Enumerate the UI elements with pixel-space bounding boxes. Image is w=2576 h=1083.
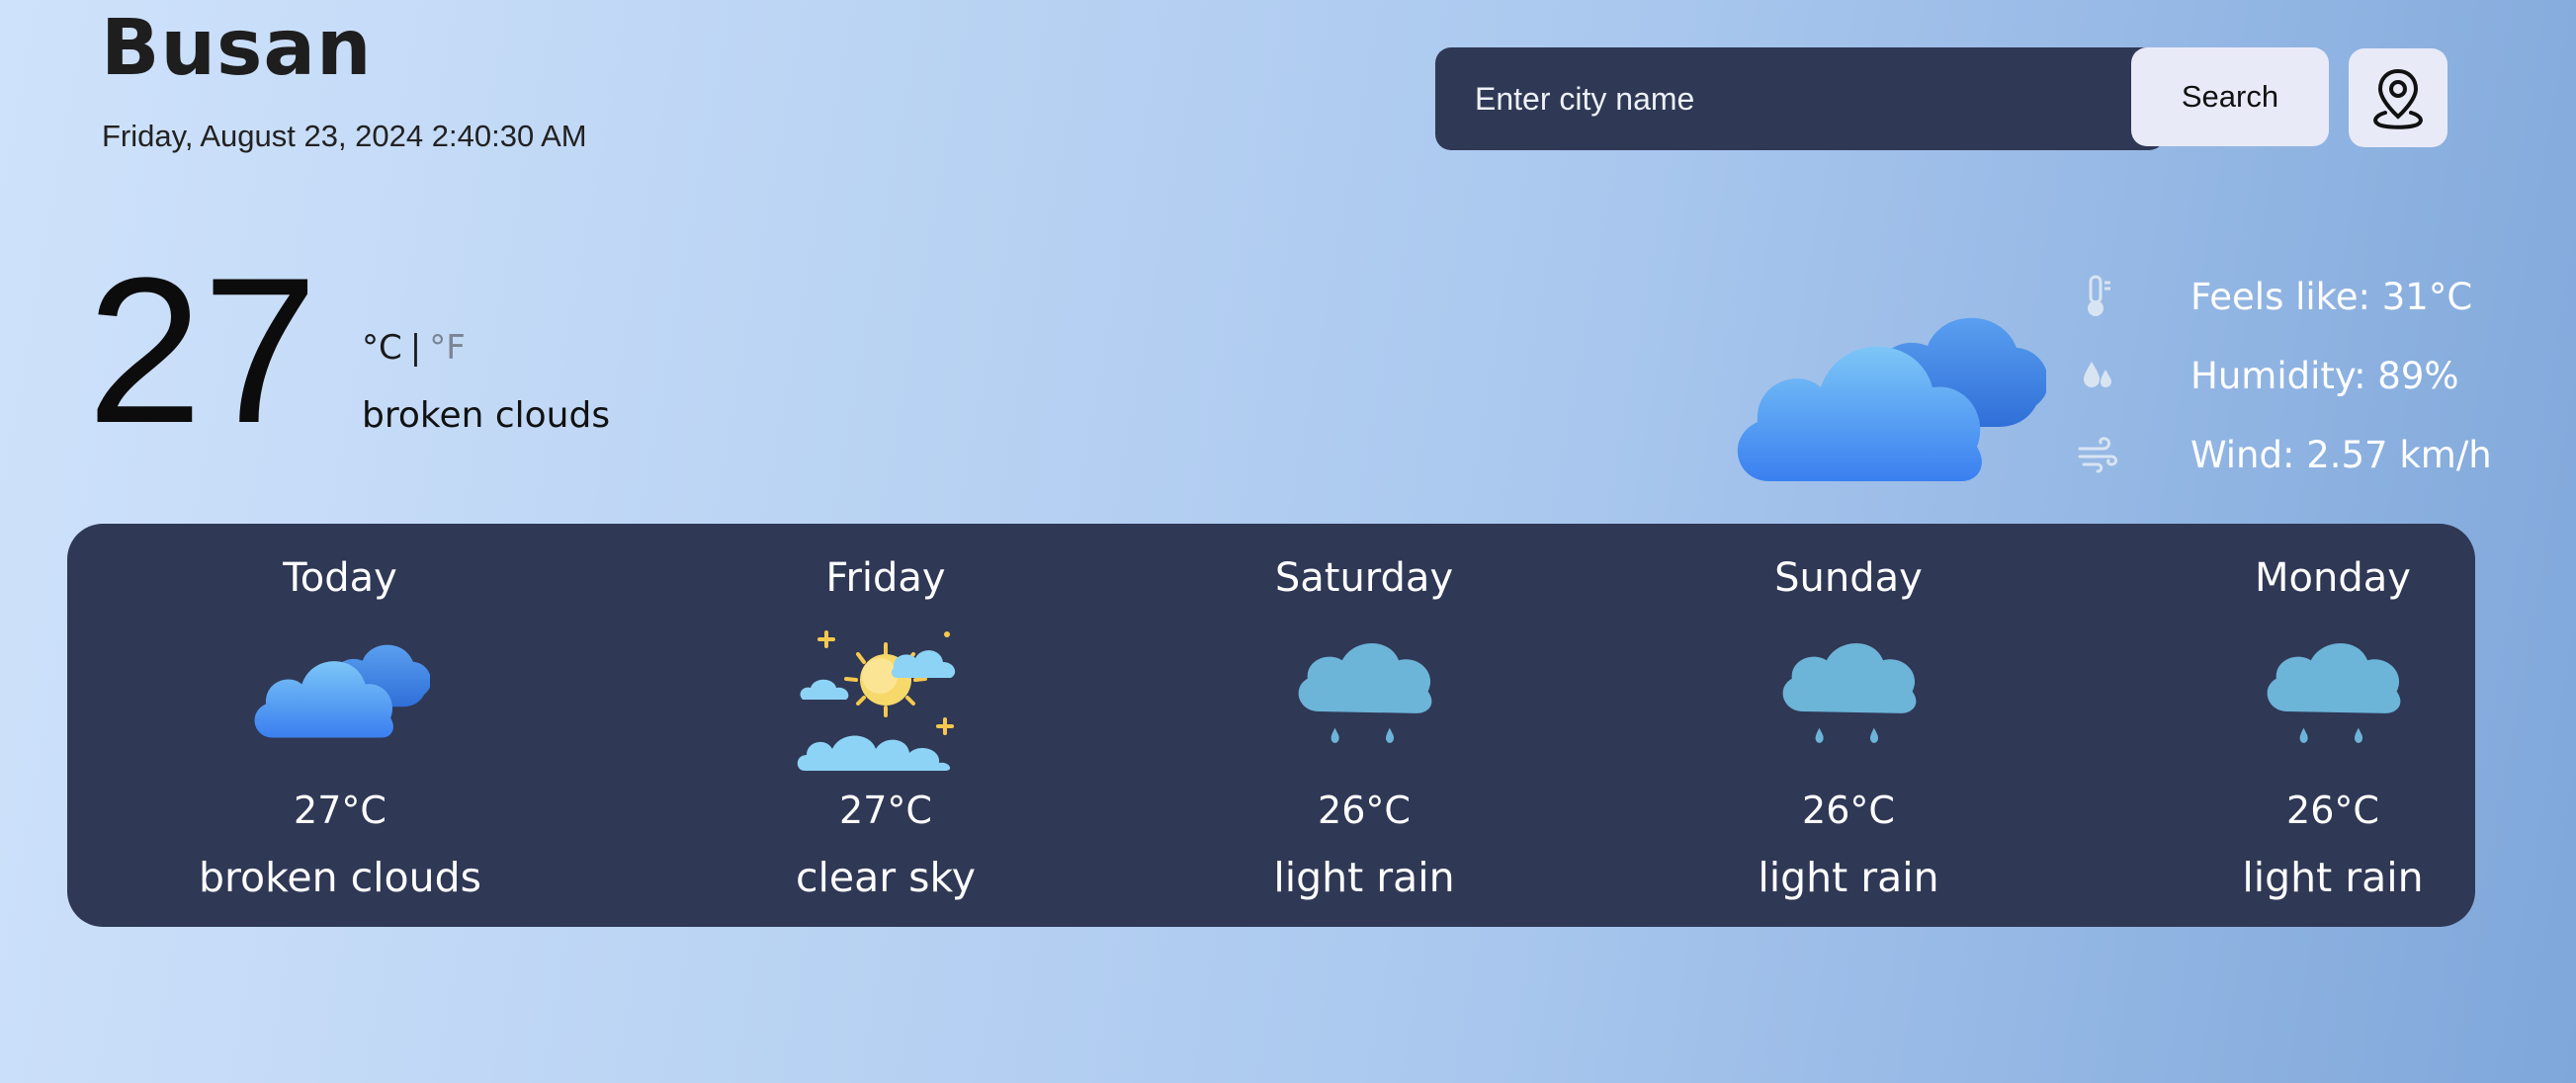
- wind-detail: Wind: 2.57 km/h: [2076, 433, 2492, 476]
- forecast-temp: 26°C: [1802, 789, 1895, 832]
- thermometer-icon: [2076, 275, 2119, 318]
- fahrenheit-toggle[interactable]: °F: [429, 328, 466, 368]
- search-button[interactable]: Search: [2131, 47, 2329, 146]
- city-name: Busan: [101, 4, 373, 93]
- light-rain-icon: [2260, 640, 2406, 759]
- humidity-icon: [2076, 354, 2119, 397]
- light-rain-icon: [1291, 640, 1437, 759]
- forecast-day-name: Sunday: [1774, 555, 1923, 601]
- light-rain-icon: [1775, 640, 1922, 759]
- forecast-day-name: Saturday: [1274, 555, 1454, 601]
- forecast-desc: light rain: [2242, 854, 2424, 901]
- forecast-temp: 27°C: [294, 789, 386, 832]
- forecast-day: Saturday 26°C light rain: [1166, 524, 1562, 927]
- humidity-label: Humidity: 89%: [2190, 354, 2459, 397]
- feels-like-detail: Feels like: 31°C: [2076, 275, 2472, 318]
- forecast-panel: Today 27°C broken clouds Friday 27°C cle…: [67, 524, 2475, 927]
- forecast-day: Friday 27°C clear sky: [688, 524, 1083, 927]
- city-search-input[interactable]: [1435, 47, 2157, 150]
- forecast-desc: clear sky: [795, 854, 977, 901]
- forecast-day-name: Today: [283, 555, 397, 601]
- forecast-temp: 26°C: [2286, 789, 2379, 832]
- clear-sky-icon: [797, 625, 975, 773]
- celsius-toggle[interactable]: °C: [362, 328, 402, 368]
- unit-separator: |: [409, 328, 422, 368]
- wind-icon: [2076, 433, 2119, 476]
- forecast-day: Today 27°C broken clouds: [142, 524, 538, 927]
- forecast-day-name: Friday: [825, 555, 946, 601]
- forecast-day: Sunday 26°C light rain: [1651, 524, 2046, 927]
- map-pin-icon: [2373, 68, 2423, 129]
- unit-toggle: °C | °F: [362, 328, 466, 368]
- forecast-temp: 26°C: [1318, 789, 1411, 832]
- current-location-button[interactable]: [2349, 48, 2447, 147]
- forecast-desc: broken clouds: [199, 854, 481, 901]
- forecast-desc: light rain: [1758, 854, 1939, 901]
- current-temperature: 27: [87, 234, 318, 466]
- wind-label: Wind: 2.57 km/h: [2190, 433, 2492, 476]
- feels-like-label: Feels like: 31°C: [2190, 275, 2473, 318]
- forecast-day: Monday 26°C light rain: [2135, 524, 2531, 927]
- current-description: broken clouds: [362, 395, 611, 436]
- forecast-temp: 27°C: [839, 789, 932, 832]
- forecast-day-name: Monday: [2255, 555, 2411, 601]
- humidity-detail: Humidity: 89%: [2076, 354, 2459, 397]
- broken-clouds-icon: [1730, 279, 2046, 496]
- forecast-desc: light rain: [1273, 854, 1455, 901]
- search-bar: [1435, 47, 2165, 150]
- broken-clouds-icon: [250, 623, 430, 746]
- current-datetime: Friday, August 23, 2024 2:40:30 AM: [102, 119, 587, 153]
